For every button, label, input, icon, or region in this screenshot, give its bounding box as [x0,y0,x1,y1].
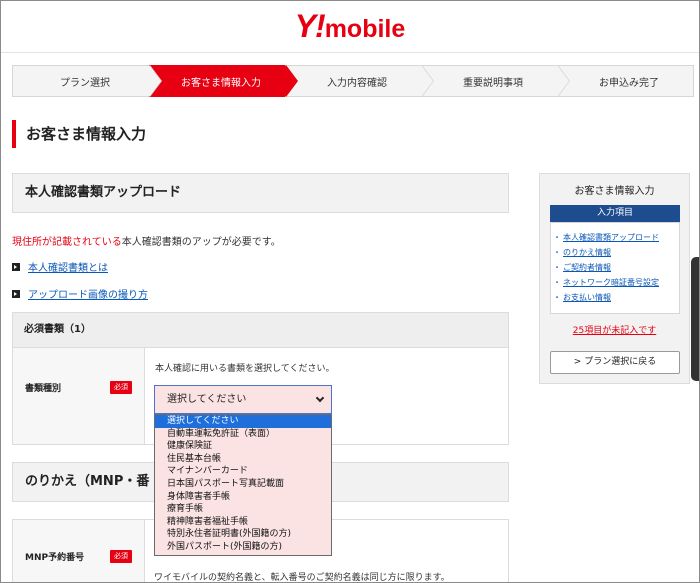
side-item: のりかえ情報 [553,245,679,260]
upload-section-header: 本人確認書類アップロード [12,173,509,213]
side-link-mnp[interactable]: のりかえ情報 [563,248,611,257]
side-item: ネットワーク暗証番号設定 [553,275,679,290]
option-health-insurance[interactable]: 健康保険証 [155,440,331,453]
notice-highlight: 現住所が記載されている [12,237,122,248]
required-docs-header: 必須書類（1） [12,312,509,348]
step-complete: お申込み完了 [557,65,694,97]
mnp-label: MNP予約番号 [25,553,85,563]
side-subtitle: 入力項目 [550,205,680,222]
option-mental-handbook[interactable]: 精神障害者福祉手帳 [155,516,331,529]
step-label: お客さま情報入力 [181,77,261,89]
doc-type-label-cell: 書類種別 必須 [13,348,145,444]
chevron-down-icon [315,393,325,403]
required-badge: 必須 [110,381,132,394]
logo-wordmark: mobile [324,15,406,43]
arrow-square-icon [12,289,20,298]
progress-steps: プラン選択 お客さま情報入力 入力内容確認 重要説明事項 お申込み完了 [12,65,694,97]
link-photo-guide[interactable]: アップロード画像の撮り方 [12,286,148,301]
option-disability-handbook[interactable]: 身体障害者手帳 [155,491,331,504]
step-important: 重要説明事項 [421,65,570,97]
side-progress-panel: お客さま情報入力 入力項目 本人確認書類アップロード のりかえ情報 ご契約者情報… [539,173,690,384]
option-jp-passport[interactable]: 日本国パスポート写真記載面 [155,478,331,491]
side-item: 本人確認書類アップロード [553,230,679,245]
notice-text: 本人確認書類のアップが必要です。 [121,237,281,248]
doc-type-select[interactable]: 選択してください [154,385,332,414]
photo-guide-link[interactable]: アップロード画像の撮り方 [28,286,148,301]
step-label: 入力内容確認 [327,77,387,89]
upload-notice: 現住所が記載されている本人確認書類のアップが必要です。 [12,233,281,248]
side-item: ご契約者情報 [553,260,679,275]
doc-type-label: 書類種別 [25,384,62,394]
unfilled-warning[interactable]: 25項目が未記入です [540,323,689,336]
page-frame: Y!mobile プラン選択 お客さま情報入力 入力内容確認 重要説明事項 お申… [0,0,700,583]
back-to-plan-button[interactable]: > プラン選択に戻る [550,351,680,374]
option-ryoiku-handbook[interactable]: 療育手帳 [155,503,331,516]
step-label: お申込み完了 [599,77,659,89]
mnp-label-cell: MNP予約番号 必須 [13,520,145,582]
scrollbar-thumb[interactable] [691,257,699,381]
side-link-payment[interactable]: お支払い情報 [563,293,611,302]
side-link-contractor[interactable]: ご契約者情報 [563,263,611,272]
arrow-square-icon [12,262,20,271]
required-badge: 必須 [110,550,132,563]
option-drivers-license[interactable]: 自動車運転免許証（表面） [155,428,331,441]
step-customer-info: お客さま情報入力 [149,65,298,97]
doc-type-options: 選択してください 自動車運転免許証（表面） 健康保険証 住民基本台帳 マイナンバ… [154,414,332,556]
doc-type-help: 本人確認に用いる書類を選択してください。 [155,364,335,374]
id-docs-link[interactable]: 本人確認書類とは [28,259,108,274]
side-item-list: 本人確認書類アップロード のりかえ情報 ご契約者情報 ネットワーク暗証番号設定 … [550,222,680,314]
option-resident-register[interactable]: 住民基本台帳 [155,453,331,466]
side-item: お支払い情報 [553,290,679,305]
side-link-network-pin[interactable]: ネットワーク暗証番号設定 [563,278,659,287]
option-special-permanent[interactable]: 特別永住者証明書(外国籍の方) [155,528,331,541]
ymobile-logo[interactable]: Y!mobile [1,8,699,45]
site-header: Y!mobile [1,1,699,53]
option-foreign-passport[interactable]: 外国パスポート(外国籍の方) [155,541,331,554]
step-label: 重要説明事項 [463,77,523,89]
logo-y-mark: Y! [294,8,326,44]
option-mynumber-card[interactable]: マイナンバーカード [155,465,331,478]
mnp-note: ワイモバイルの契約名義と、転入番号のご契約名義は同じ方に限ります。 [154,573,450,583]
step-confirm: 入力内容確認 [285,65,434,97]
page-title: お客さま情報入力 [12,120,146,148]
link-id-docs[interactable]: 本人確認書類とは [12,259,108,274]
side-title: お客さま情報入力 [574,186,655,197]
side-link-upload[interactable]: 本人確認書類アップロード [563,233,659,242]
step-label: プラン選択 [60,77,110,89]
select-value: 選択してください [167,394,247,405]
option-select[interactable]: 選択してください [155,415,331,428]
step-plan: プラン選択 [12,65,162,97]
